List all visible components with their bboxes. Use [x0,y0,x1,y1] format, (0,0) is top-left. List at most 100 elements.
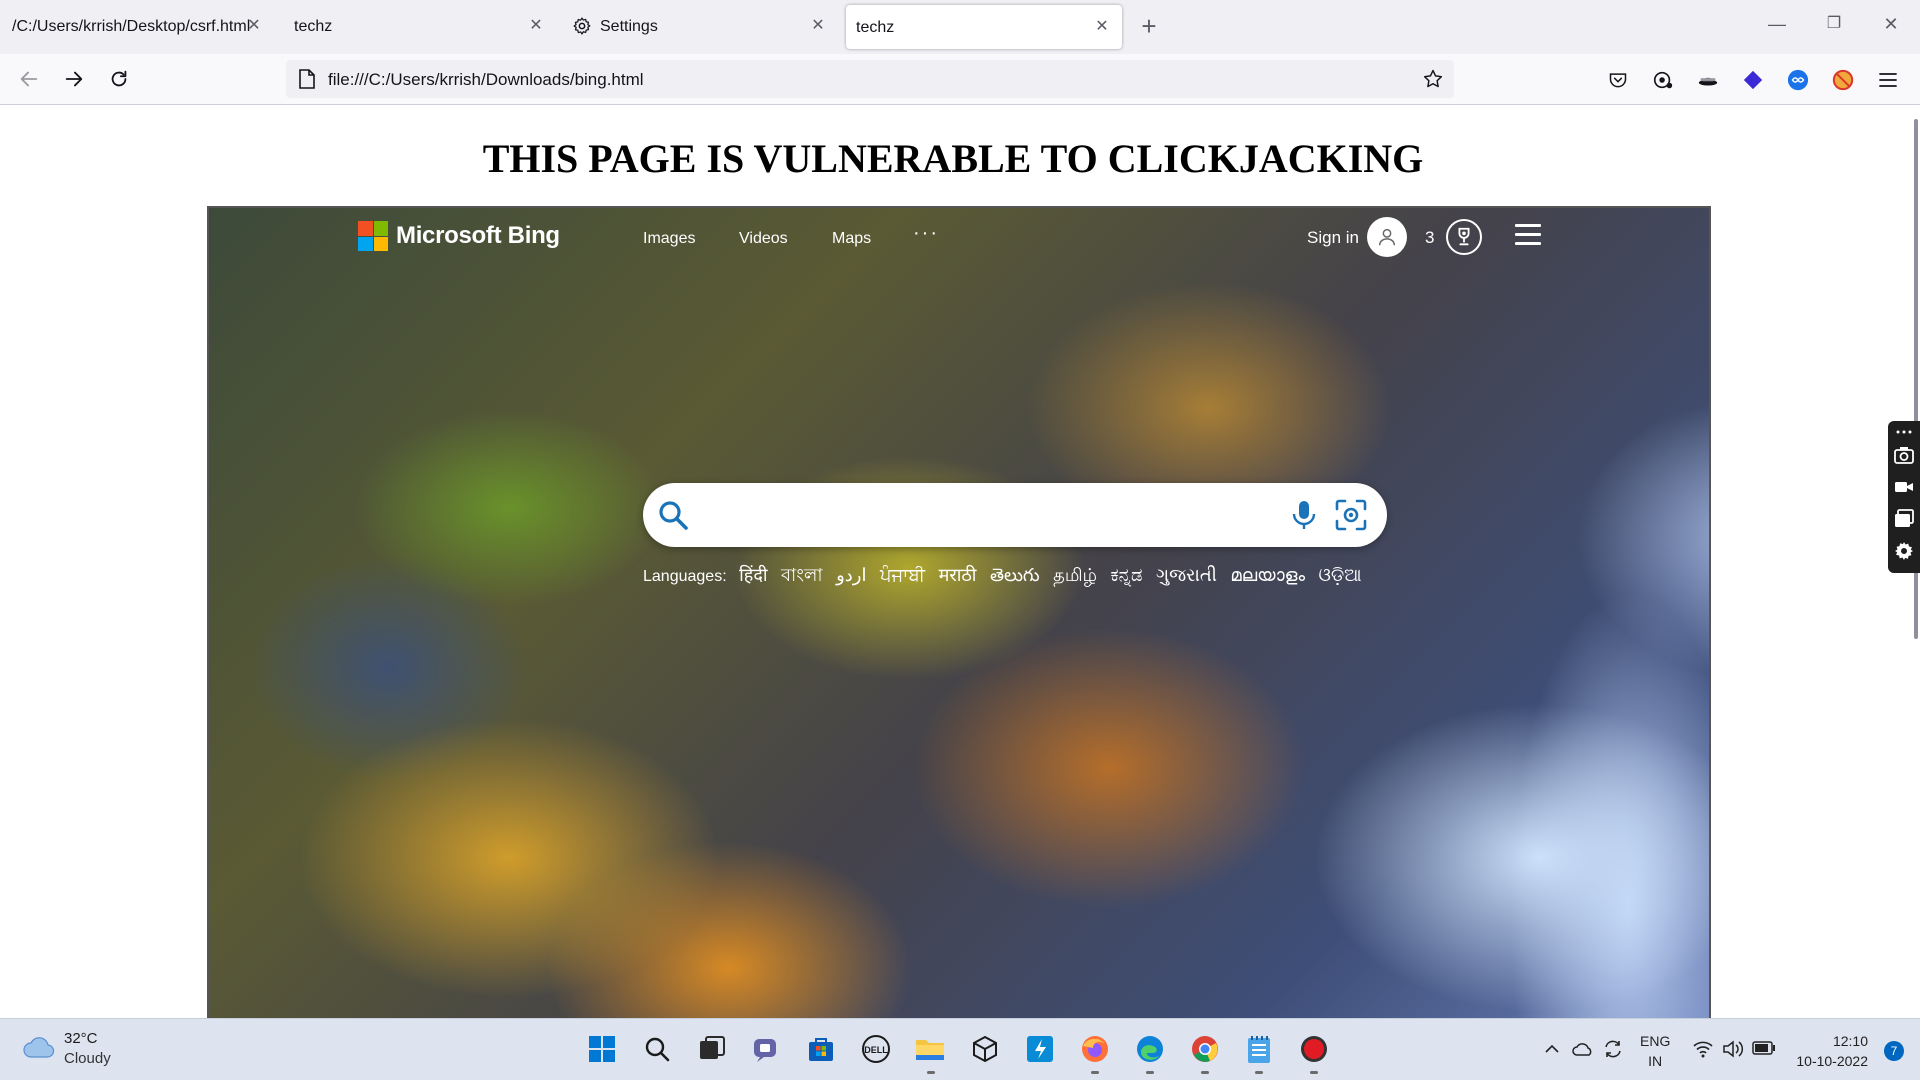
windows-taskbar: 32°C Cloudy DELL ENG IN 12:10 10-10-2022… [0,1018,1920,1080]
close-tab-icon[interactable]: ✕ [808,16,828,36]
language-link-punjabi[interactable]: ਪੰਜਾਬੀ [880,565,925,585]
extension-hat-icon[interactable] [1696,68,1720,92]
chrome-icon[interactable] [1189,1033,1221,1065]
tab-label: techz [294,18,333,35]
running-indicator [1201,1071,1209,1074]
pocket-icon[interactable] [1606,68,1630,92]
tab-techz-active[interactable]: techz ✕ [846,5,1122,49]
task-view-icon[interactable] [696,1033,728,1065]
firefox-icon[interactable] [1079,1033,1111,1065]
extension-blocker-icon[interactable] [1831,68,1855,92]
sync-icon[interactable] [1602,1038,1624,1060]
language-link-kannada[interactable]: ಕನ್ನಡ [1111,565,1143,585]
camera-icon[interactable] [1894,445,1914,465]
gallery-icon[interactable] [1894,509,1914,529]
close-tab-icon[interactable]: ✕ [526,16,546,36]
language-link-bangla[interactable]: বাংলা [781,565,823,585]
language-link-gujarati[interactable]: ગુજરાતી [1156,565,1217,585]
start-button[interactable] [586,1033,618,1065]
close-window-button[interactable]: ✕ [1879,12,1903,36]
tab-label: techz [856,19,895,36]
clock-time: 12:10 [1832,1033,1868,1049]
chevron-up-icon[interactable] [1544,1041,1560,1057]
bing-brand-name: Microsoft Bing [396,222,560,249]
wifi-icon[interactable] [1692,1039,1714,1059]
language-link-tamil[interactable]: தமிழ் [1053,565,1097,585]
address-bar[interactable]: file:///C:/Users/krrish/Downloads/bing.h… [286,60,1454,98]
cloudy-weather-icon[interactable] [22,1033,56,1061]
minimize-button[interactable]: — [1765,12,1789,36]
visual-search-icon[interactable] [1333,497,1369,533]
nav-maps-link[interactable]: Maps [832,230,871,248]
notification-badge[interactable]: 7 [1884,1041,1904,1061]
power-automate-icon[interactable] [1024,1033,1056,1065]
rewards-points: 3 [1425,228,1435,247]
search-icon[interactable] [655,497,691,533]
teams-chat-icon[interactable] [750,1033,782,1065]
drag-handle-icon[interactable] [1894,427,1914,437]
edge-icon[interactable] [1134,1033,1166,1065]
more-menu-button[interactable]: ··· [913,222,939,245]
battery-icon[interactable] [1752,1041,1776,1055]
extension-diamond-icon[interactable] [1741,68,1765,92]
volume-icon[interactable] [1722,1039,1744,1059]
arrow-left-icon [20,71,38,87]
tab-csrf[interactable]: /C:/Users/krrish/Desktop/csrf.html ✕ [0,4,274,50]
language-link-urdu[interactable]: اردو [836,565,866,585]
language-link-marathi[interactable]: मराठी [939,565,977,585]
tab-settings[interactable]: Settings ✕ [564,4,838,50]
nav-images-link[interactable]: Images [643,230,695,248]
new-tab-button[interactable]: + [1134,12,1164,42]
screen-recorder-icon[interactable] [1298,1033,1330,1065]
language-link-hindi[interactable]: हिंदी [739,565,767,585]
close-tab-icon[interactable]: ✕ [1092,17,1112,37]
close-tab-icon[interactable]: ✕ [244,16,264,36]
virtualbox-icon[interactable] [969,1033,1001,1065]
svg-text:DELL: DELL [864,1045,888,1055]
microphone-icon[interactable] [1289,499,1319,531]
languages-row: Languages: हिंदी বাংলা اردو ਪੰਜਾਬੀ मराठी… [643,561,1371,592]
input-language-indicator[interactable]: ENG IN [1640,1031,1670,1071]
weather-condition[interactable]: Cloudy [64,1050,111,1067]
sign-in-link[interactable]: Sign in [1307,228,1359,248]
extension-eye-icon[interactable] [1651,68,1675,92]
system-clock[interactable]: 12:10 10-10-2022 [1790,1031,1868,1071]
reload-button[interactable] [104,64,134,94]
embedded-bing-frame[interactable]: Microsoft Bing Images Videos Maps ··· Si… [207,206,1711,1018]
extension-infinity-icon[interactable] [1786,68,1810,92]
bing-logo[interactable]: Microsoft Bing [358,221,560,251]
running-indicator [1091,1071,1099,1074]
menu-icon[interactable] [1876,68,1900,92]
back-button[interactable] [14,64,44,94]
restore-button[interactable]: ❐ [1822,12,1846,36]
nav-videos-link[interactable]: Videos [739,230,788,248]
languages-label: Languages: [643,568,727,585]
page-heading: THIS PAGE IS VULNERABLE TO CLICKJACKING [482,136,1424,181]
search-input[interactable] [703,497,1243,533]
running-indicator [1255,1071,1263,1074]
microsoft-store-icon[interactable] [805,1033,837,1065]
url-text[interactable]: file:///C:/Users/krrish/Downloads/bing.h… [328,70,644,90]
bing-menu-icon[interactable] [1515,224,1541,246]
weather-temperature[interactable]: 32°C [64,1030,98,1047]
language-link-malayalam[interactable]: മലയാളം [1230,565,1305,585]
onedrive-icon[interactable] [1572,1039,1594,1059]
taskbar-search-icon[interactable] [641,1033,673,1065]
forward-button[interactable] [59,64,89,94]
bookmark-star-icon[interactable] [1422,68,1444,90]
video-camera-icon[interactable] [1894,477,1914,497]
settings-gear-icon[interactable] [1894,541,1914,561]
user-avatar-icon[interactable] [1367,217,1407,257]
language-link-telugu[interactable]: తెలుగు [990,565,1040,585]
capture-toolbar [1888,421,1920,573]
running-indicator [927,1071,935,1074]
bing-search-box[interactable] [643,483,1387,547]
page-icon [299,69,315,89]
file-explorer-icon[interactable] [914,1033,946,1065]
notepad-icon[interactable] [1243,1033,1275,1065]
rewards-trophy-icon[interactable] [1446,219,1482,255]
region-code: IN [1648,1053,1663,1069]
dell-icon[interactable]: DELL [860,1033,892,1065]
language-link-odia[interactable]: ଓଡ଼ିଆ [1318,565,1361,585]
tab-techz[interactable]: techz ✕ [282,4,556,50]
